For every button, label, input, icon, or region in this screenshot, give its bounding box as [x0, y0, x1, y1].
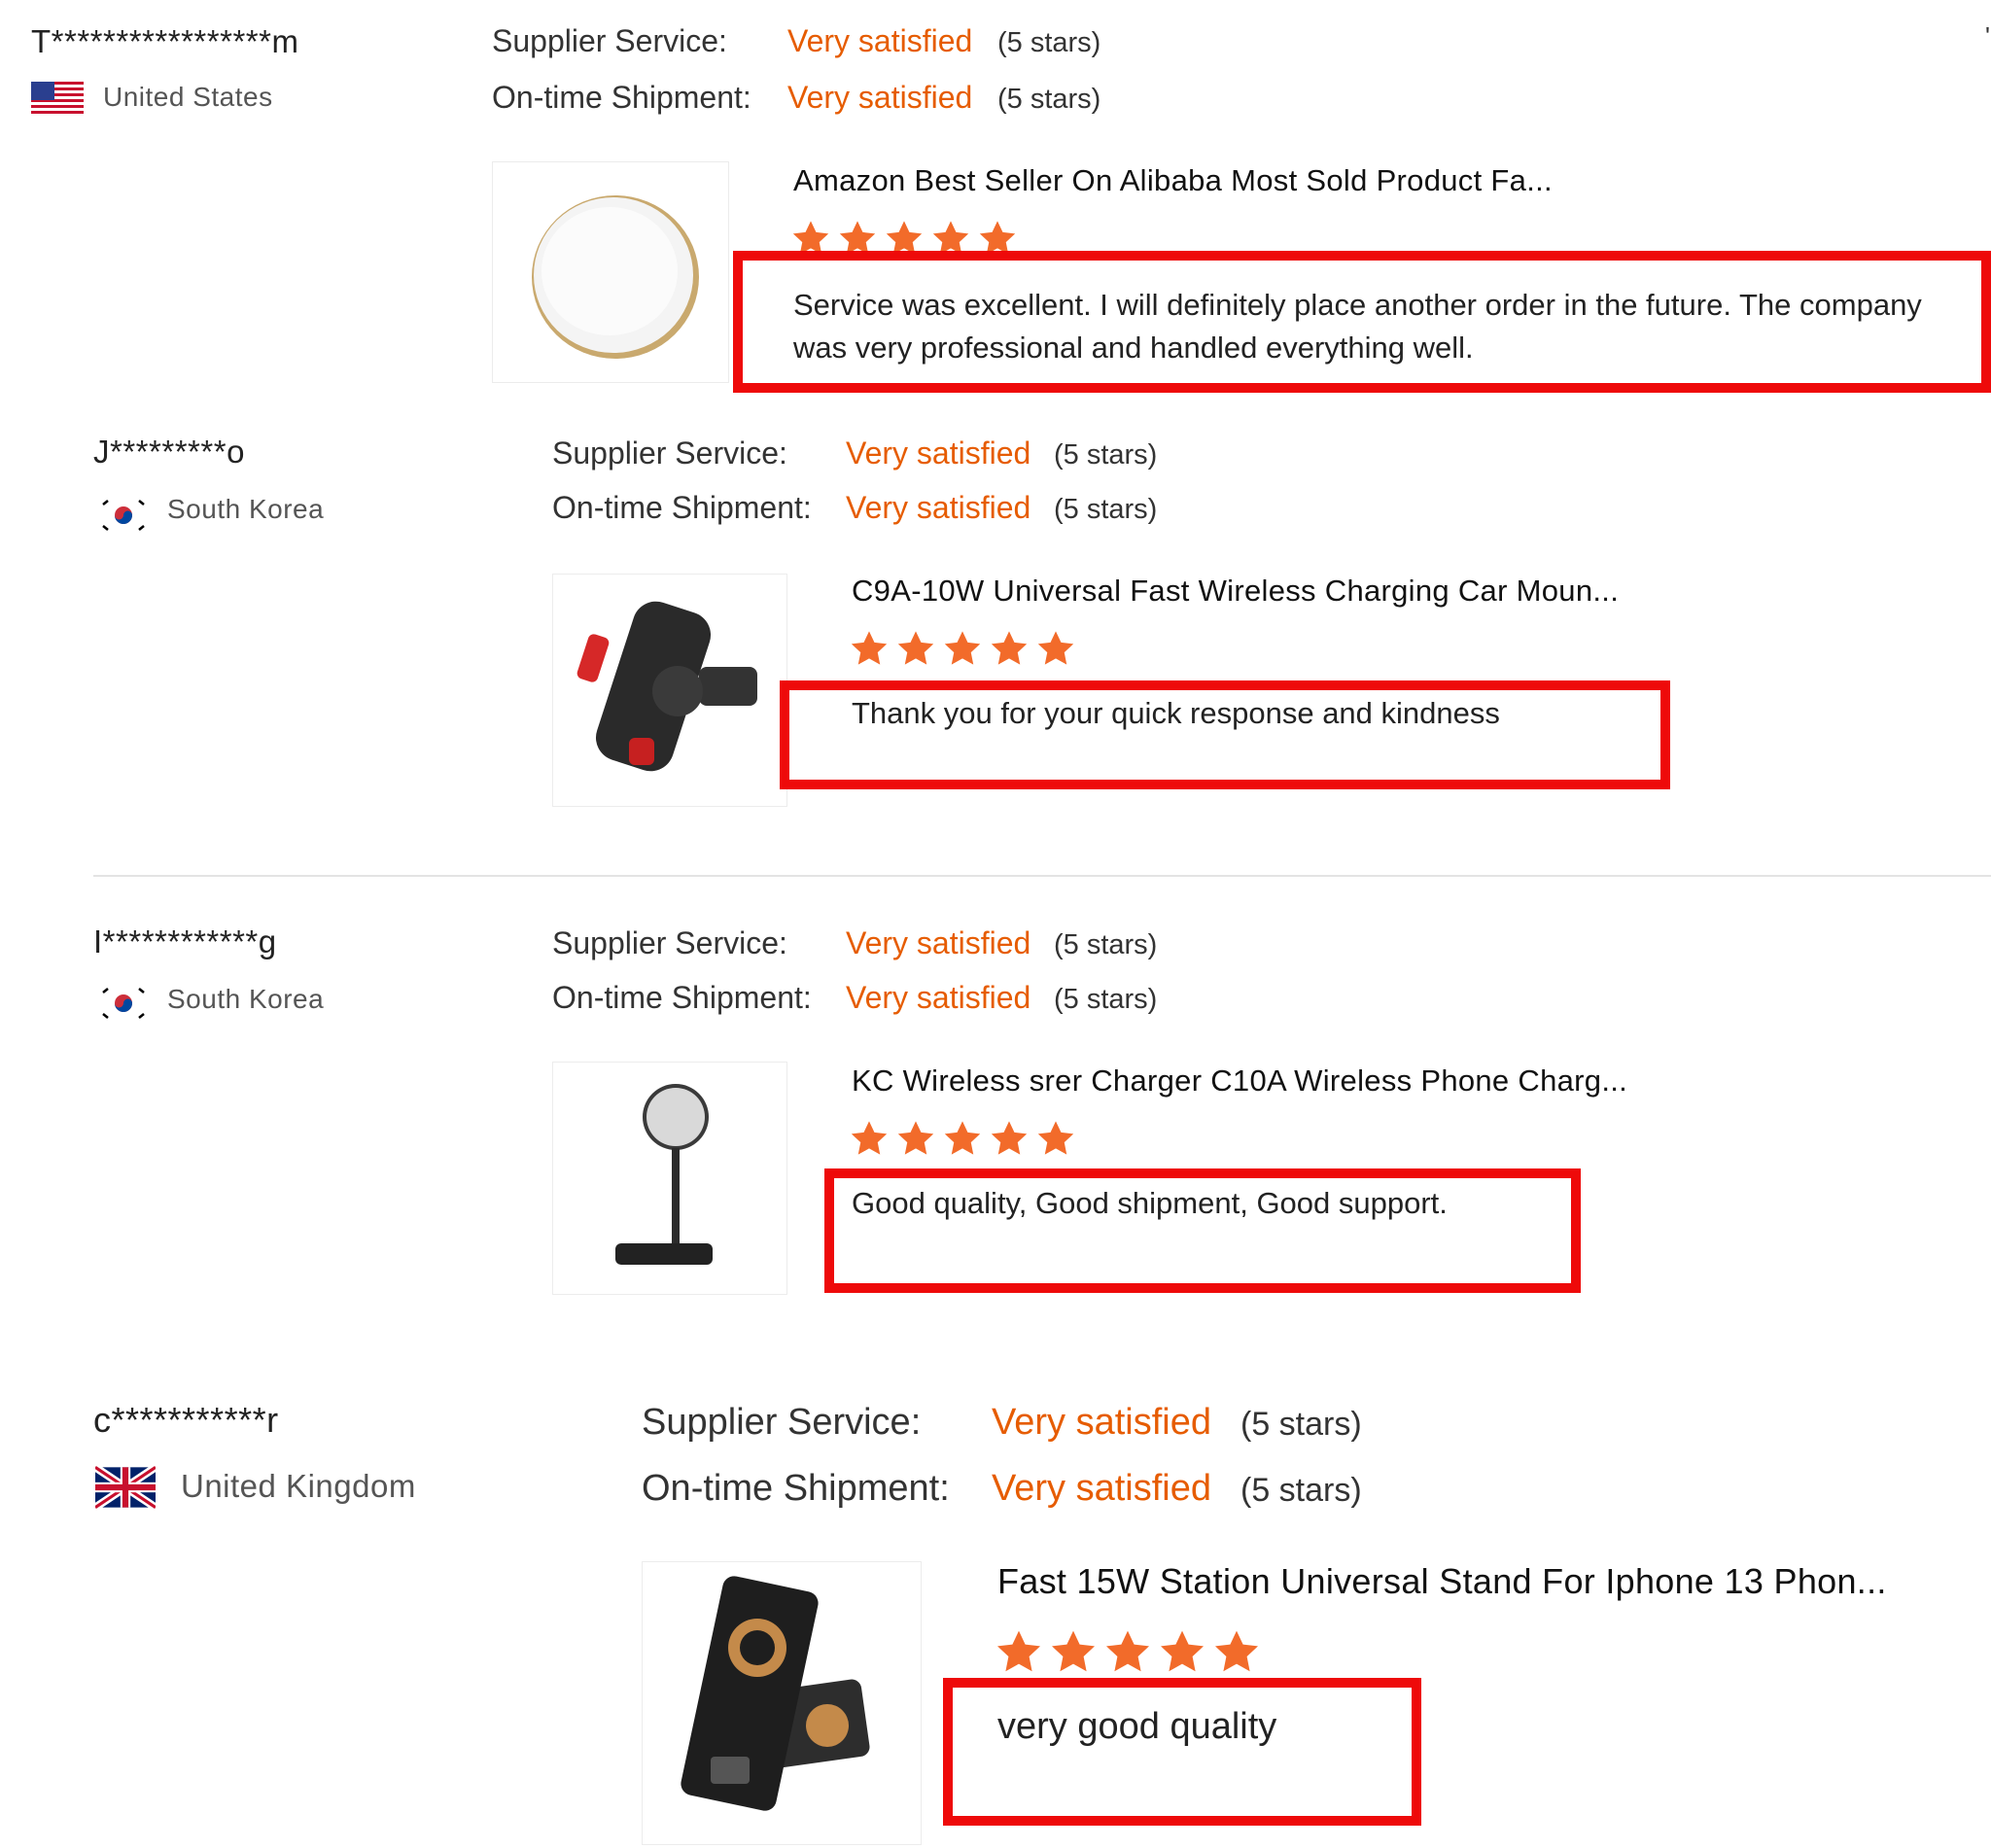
reviewer-country: South Korea — [167, 494, 325, 524]
shipment-value: Very satisfied — [846, 980, 1031, 1015]
shipment-stars: (5 stars) — [1054, 494, 1158, 525]
supplier-service-value: Very satisfied — [787, 23, 973, 58]
reviewer-country: United Kingdom — [181, 1468, 416, 1504]
star-icon — [944, 1121, 981, 1155]
shipment-value: Very satisfied — [846, 490, 1031, 525]
rating-stars — [996, 1629, 1260, 1674]
supplier-service-stars: (5 stars) — [1054, 929, 1158, 960]
supplier-service-stars: (5 stars) — [1240, 1406, 1362, 1443]
us-flag-icon — [31, 82, 84, 117]
edge-mark: ' — [1985, 21, 1990, 51]
review-item: T*****************m United States Suppli… — [0, 0, 1991, 408]
star-icon — [991, 1121, 1028, 1155]
star-icon — [897, 631, 934, 665]
supplier-service-value: Very satisfied — [992, 1402, 1211, 1443]
reviewer-name: c***********r — [93, 1400, 279, 1440]
shipment-stars: (5 stars) — [1240, 1472, 1362, 1509]
shipment-label: On-time Shipment: — [642, 1468, 950, 1509]
reviewer-name: I************g — [93, 924, 277, 959]
product-name[interactable]: Fast 15W Station Universal Stand For Iph… — [997, 1561, 1887, 1602]
shipment-stars: (5 stars) — [997, 84, 1101, 115]
star-icon — [1215, 1630, 1258, 1672]
product-name[interactable]: KC Wireless srer Charger C10A Wireless P… — [852, 1063, 1627, 1098]
review-item: J*********o South Korea Supplier Service… — [0, 408, 1991, 875]
rating-stars — [850, 630, 1075, 667]
reviewer-name: T*****************m — [31, 23, 299, 59]
supplier-service-label: Supplier Service: — [552, 925, 787, 960]
shipment-stars: (5 stars) — [1054, 984, 1158, 1015]
review-item: I************g South Korea Supplier Serv… — [0, 894, 1991, 1342]
shipment-value: Very satisfied — [992, 1468, 1211, 1509]
star-icon — [851, 1121, 888, 1155]
shipment-label: On-time Shipment: — [552, 490, 812, 525]
shipment-value: Very satisfied — [787, 80, 973, 115]
review-comment: Good quality, Good shipment, Good suppor… — [852, 1186, 1448, 1220]
star-icon — [897, 1121, 934, 1155]
shipment-label: On-time Shipment: — [492, 80, 751, 115]
review-comment: Service was excellent. I will definitely… — [793, 288, 1922, 365]
star-icon — [1037, 1121, 1074, 1155]
product-thumbnail[interactable] — [552, 574, 787, 807]
supplier-service-stars: (5 stars) — [997, 27, 1101, 58]
kr-flag-icon — [97, 498, 150, 533]
star-icon — [1052, 1630, 1095, 1672]
supplier-service-label: Supplier Service: — [642, 1402, 922, 1443]
supplier-service-stars: (5 stars) — [1054, 439, 1158, 471]
product-thumbnail[interactable] — [642, 1561, 922, 1845]
product-name[interactable]: C9A-10W Universal Fast Wireless Charging… — [852, 574, 1619, 609]
reviewer-country: South Korea — [167, 984, 325, 1014]
product-name[interactable]: Amazon Best Seller On Alibaba Most Sold … — [793, 163, 1553, 198]
star-icon — [944, 631, 981, 665]
supplier-service-value: Very satisfied — [846, 436, 1031, 471]
star-icon — [1161, 1630, 1204, 1672]
reviewer-country: United States — [103, 82, 273, 112]
kr-flag-icon — [97, 986, 150, 1021]
product-thumbnail[interactable] — [492, 161, 729, 383]
star-icon — [991, 631, 1028, 665]
star-icon — [851, 631, 888, 665]
rating-stars — [850, 1120, 1075, 1157]
star-icon — [1037, 631, 1074, 665]
review-comment: Thank you for your quick response and ki… — [852, 696, 1500, 730]
shipment-label: On-time Shipment: — [552, 980, 812, 1015]
star-icon — [997, 1630, 1040, 1672]
product-thumbnail[interactable] — [552, 1062, 787, 1295]
uk-flag-icon — [92, 1463, 158, 1512]
review-comment: very good quality — [997, 1706, 1277, 1747]
supplier-service-label: Supplier Service: — [492, 23, 727, 58]
star-icon — [1106, 1630, 1149, 1672]
supplier-service-label: Supplier Service: — [552, 436, 787, 471]
supplier-service-value: Very satisfied — [846, 925, 1031, 960]
review-divider — [93, 875, 1991, 877]
reviewer-name: J*********o — [93, 434, 245, 470]
comment-highlight-box — [943, 1678, 1421, 1826]
review-item: c***********r United Kingdom Supplier Se… — [0, 1380, 1991, 1848]
